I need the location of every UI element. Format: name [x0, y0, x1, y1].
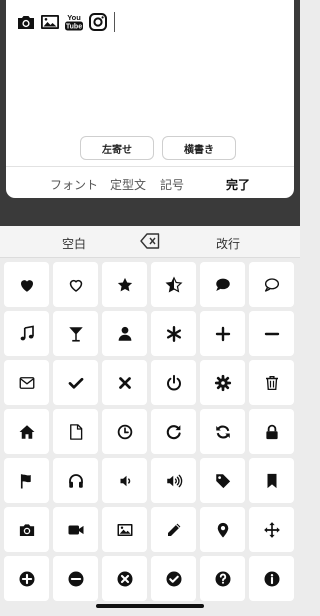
- pencil-icon[interactable]: [151, 507, 196, 552]
- youtube-text-bottom: Tube: [66, 24, 82, 31]
- text-cursor: [114, 12, 115, 32]
- camera-icon: [16, 12, 36, 32]
- redo-icon[interactable]: [151, 409, 196, 454]
- youtube-text-top: You: [67, 13, 81, 22]
- user-icon[interactable]: [102, 311, 147, 356]
- trash-icon[interactable]: [249, 360, 294, 405]
- editor-tab-bar: フォント 定型文 記号 完了: [6, 170, 294, 196]
- editor-divider: [6, 166, 294, 167]
- newline-key[interactable]: 改行: [216, 235, 240, 252]
- lock-icon[interactable]: [249, 409, 294, 454]
- envelope-icon[interactable]: [4, 360, 49, 405]
- tab-template[interactable]: 定型文: [110, 176, 146, 193]
- video-camera-icon[interactable]: [53, 507, 98, 552]
- close-x-icon[interactable]: [102, 360, 147, 405]
- symbol-keyboard-grid: [4, 262, 294, 601]
- horizontal-writing-button[interactable]: 横書き: [162, 136, 236, 160]
- heart-outline-icon[interactable]: [53, 262, 98, 307]
- speech-bubble-outline-icon[interactable]: [249, 262, 294, 307]
- star-half-icon[interactable]: [151, 262, 196, 307]
- instagram-icon: [88, 12, 108, 32]
- editor-content: You Tube: [16, 12, 115, 32]
- music-note-icon[interactable]: [4, 311, 49, 356]
- refresh-icon[interactable]: [200, 409, 245, 454]
- gear-icon[interactable]: [200, 360, 245, 405]
- plus-icon[interactable]: [200, 311, 245, 356]
- map-marker-icon[interactable]: [200, 507, 245, 552]
- picture-icon[interactable]: [102, 507, 147, 552]
- asterisk-icon[interactable]: [151, 311, 196, 356]
- tag-icon[interactable]: [200, 458, 245, 503]
- flag-icon[interactable]: [4, 458, 49, 503]
- home-icon[interactable]: [4, 409, 49, 454]
- star-icon[interactable]: [102, 262, 147, 307]
- minus-icon[interactable]: [249, 311, 294, 356]
- check-circle-icon[interactable]: [151, 556, 196, 601]
- volume-low-icon[interactable]: [102, 458, 147, 503]
- space-key[interactable]: 空白: [62, 235, 86, 252]
- camera-icon[interactable]: [4, 507, 49, 552]
- volume-high-icon[interactable]: [151, 458, 196, 503]
- picture-icon: [40, 12, 60, 32]
- home-indicator: [96, 604, 204, 608]
- checkmark-icon[interactable]: [53, 360, 98, 405]
- done-button[interactable]: 完了: [226, 176, 250, 193]
- power-icon[interactable]: [151, 360, 196, 405]
- x-circle-icon[interactable]: [102, 556, 147, 601]
- youtube-icon: You Tube: [64, 12, 84, 32]
- speech-bubble-icon[interactable]: [200, 262, 245, 307]
- tab-symbol[interactable]: 記号: [160, 176, 184, 193]
- move-arrows-icon[interactable]: [249, 507, 294, 552]
- align-left-button[interactable]: 左寄せ: [80, 136, 154, 160]
- keyboard-top-row: 空白 改行: [0, 226, 300, 258]
- info-circle-icon[interactable]: [249, 556, 294, 601]
- question-circle-icon[interactable]: [200, 556, 245, 601]
- headphones-icon[interactable]: [53, 458, 98, 503]
- text-editor[interactable]: You Tube 左寄せ 横書き フォント 定型文 記号 完了: [6, 0, 294, 198]
- clock-icon[interactable]: [102, 409, 147, 454]
- cocktail-icon[interactable]: [53, 311, 98, 356]
- tab-font[interactable]: フォント: [50, 176, 98, 193]
- backspace-icon[interactable]: [140, 233, 160, 249]
- bookmark-icon[interactable]: [249, 458, 294, 503]
- heart-icon[interactable]: [4, 262, 49, 307]
- minus-circle-icon[interactable]: [53, 556, 98, 601]
- plus-circle-icon[interactable]: [4, 556, 49, 601]
- document-icon[interactable]: [53, 409, 98, 454]
